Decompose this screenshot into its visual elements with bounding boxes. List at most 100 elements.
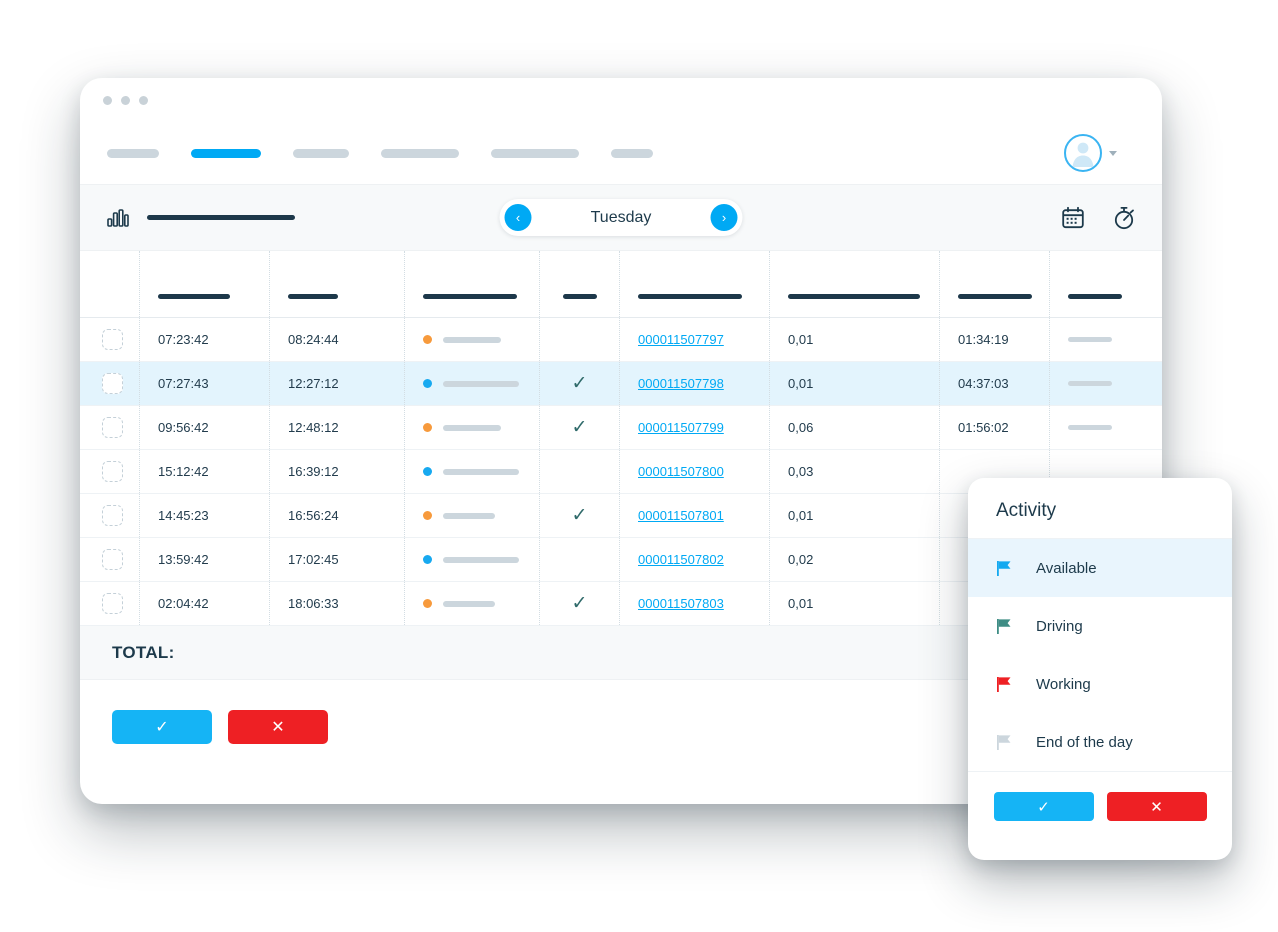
- cell-value: 0,01: [770, 362, 940, 405]
- bar-chart-icon: [107, 208, 129, 227]
- cell-end-time: 16:39:12: [270, 450, 405, 493]
- column-start-time: [140, 251, 270, 317]
- activity-confirm-button[interactable]: ✓: [993, 792, 1094, 821]
- nav-item-6[interactable]: [611, 148, 653, 158]
- row-checkbox[interactable]: [102, 593, 123, 614]
- order-link[interactable]: 000011507803: [638, 596, 724, 611]
- activity-option-end-of-the-day[interactable]: End of the day: [968, 713, 1232, 771]
- cell-order-number: 000011507797: [620, 318, 770, 361]
- table-row[interactable]: 07:23:42 08:24:44 000011507797 0,01 01:34:19: [80, 318, 1162, 362]
- order-link[interactable]: 000011507800: [638, 464, 724, 479]
- cell-end-time: 08:24:44: [270, 318, 405, 361]
- cell-value: 0,01: [770, 318, 940, 361]
- table-row[interactable]: 09:56:42 12:48:12 ✓ 000011507799 0,06 01:56:0…: [80, 406, 1162, 450]
- activity-option-list: Available Driving Working End of the day: [968, 538, 1232, 771]
- cell-end-time: 18:06:33: [270, 582, 405, 625]
- cell-start-time: 09:56:42: [140, 406, 270, 449]
- date-next-button[interactable]: ›: [710, 204, 738, 231]
- date-prev-button[interactable]: ‹: [504, 204, 532, 231]
- window-dot-maximize[interactable]: [139, 95, 148, 105]
- cell-extra: [1050, 318, 1162, 361]
- stopwatch-icon[interactable]: [1112, 206, 1136, 230]
- check-icon: ✓: [571, 417, 588, 438]
- activity-option-available[interactable]: Available: [968, 539, 1232, 597]
- table-row[interactable]: 07:27:43 12:27:12 ✓ 000011507798 0,01 04:37:0…: [80, 362, 1162, 406]
- nav-item-1[interactable]: [107, 148, 159, 158]
- row-checkbox[interactable]: [102, 505, 123, 526]
- cell-end-time: 12:27:12: [270, 362, 405, 405]
- row-select-cell: [80, 362, 140, 405]
- cell-end-time: 12:48:12: [270, 406, 405, 449]
- column-end-time: [270, 251, 405, 317]
- cell-duration: 04:37:03: [940, 362, 1050, 405]
- row-select-cell: [80, 494, 140, 537]
- column-extra: [1050, 251, 1162, 317]
- date-navigator: ‹ Tuesday ›: [499, 199, 743, 236]
- cell-start-time: 07:27:43: [140, 362, 270, 405]
- row-checkbox[interactable]: [102, 461, 123, 482]
- row-checkbox[interactable]: [102, 373, 123, 394]
- cell-value: 0,01: [770, 582, 940, 625]
- activity-option-working[interactable]: Working: [968, 655, 1232, 713]
- row-checkbox[interactable]: [102, 417, 123, 438]
- column-confirmed-label-placeholder: [562, 294, 597, 299]
- column-order-number: [620, 251, 770, 317]
- order-link[interactable]: 000011507801: [638, 508, 724, 523]
- cell-value: 0,02: [770, 538, 940, 581]
- cell-end-time: 17:02:45: [270, 538, 405, 581]
- activity-option-driving[interactable]: Driving: [968, 597, 1232, 655]
- row-select-cell: [80, 538, 140, 581]
- row-checkbox[interactable]: [102, 549, 123, 570]
- nav-item-3[interactable]: [293, 148, 349, 158]
- column-order-number-label-placeholder: [638, 294, 742, 299]
- status-label-placeholder: [443, 336, 501, 343]
- cell-value: 0,03: [770, 450, 940, 493]
- cell-confirmed: [540, 538, 620, 581]
- cell-status: [405, 450, 540, 493]
- cancel-button[interactable]: ✕: [228, 710, 328, 744]
- row-checkbox[interactable]: [102, 329, 123, 350]
- calendar-icon[interactable]: [1061, 206, 1085, 230]
- cell-status: [405, 406, 540, 449]
- order-link[interactable]: 000011507802: [638, 552, 724, 567]
- flag-icon-available: [997, 560, 1011, 576]
- window-dot-minimize[interactable]: [121, 95, 130, 105]
- cell-value: 0,06: [770, 406, 940, 449]
- cell-start-time: 15:12:42: [140, 450, 270, 493]
- order-link[interactable]: 000011507798: [638, 376, 724, 391]
- nav-item-4[interactable]: [381, 148, 459, 158]
- cell-status: [405, 538, 540, 581]
- user-menu[interactable]: [1064, 134, 1117, 172]
- cell-order-number: 000011507801: [620, 494, 770, 537]
- avatar[interactable]: [1064, 134, 1102, 172]
- status-dot-icon: [423, 555, 432, 564]
- nav-item-2[interactable]: [191, 148, 261, 158]
- activity-option-label: Driving: [1036, 617, 1083, 635]
- total-label: TOTAL:: [112, 642, 175, 662]
- nav-item-list: [107, 148, 685, 158]
- status-label-placeholder: [443, 512, 495, 519]
- column-status-label-placeholder: [423, 294, 517, 299]
- activity-option-label: Available: [1036, 559, 1097, 577]
- order-link[interactable]: 000011507797: [638, 332, 724, 347]
- cell-duration: 01:56:02: [940, 406, 1050, 449]
- activity-option-label: End of the day: [1036, 733, 1133, 751]
- cell-extra: [1050, 406, 1162, 449]
- cell-end-time: 16:56:24: [270, 494, 405, 537]
- flag-icon-driving: [997, 618, 1011, 634]
- cell-order-number: 000011507802: [620, 538, 770, 581]
- confirm-button[interactable]: ✓: [112, 710, 212, 744]
- window-dot-close[interactable]: [103, 95, 112, 105]
- cell-status: [405, 362, 540, 405]
- status-label-placeholder: [443, 424, 501, 431]
- extra-placeholder: [1068, 381, 1112, 386]
- cell-extra: [1050, 362, 1162, 405]
- check-icon: ✓: [571, 505, 588, 526]
- screenshot-stage: ‹ Tuesday › 07:23:42 08:24:44 0000115077…: [0, 0, 1278, 932]
- cell-value: 0,01: [770, 494, 940, 537]
- column-value: [770, 251, 940, 317]
- cell-order-number: 000011507800: [620, 450, 770, 493]
- activity-cancel-button[interactable]: ✕: [1106, 792, 1207, 821]
- order-link[interactable]: 000011507799: [638, 420, 724, 435]
- nav-item-5[interactable]: [491, 148, 579, 158]
